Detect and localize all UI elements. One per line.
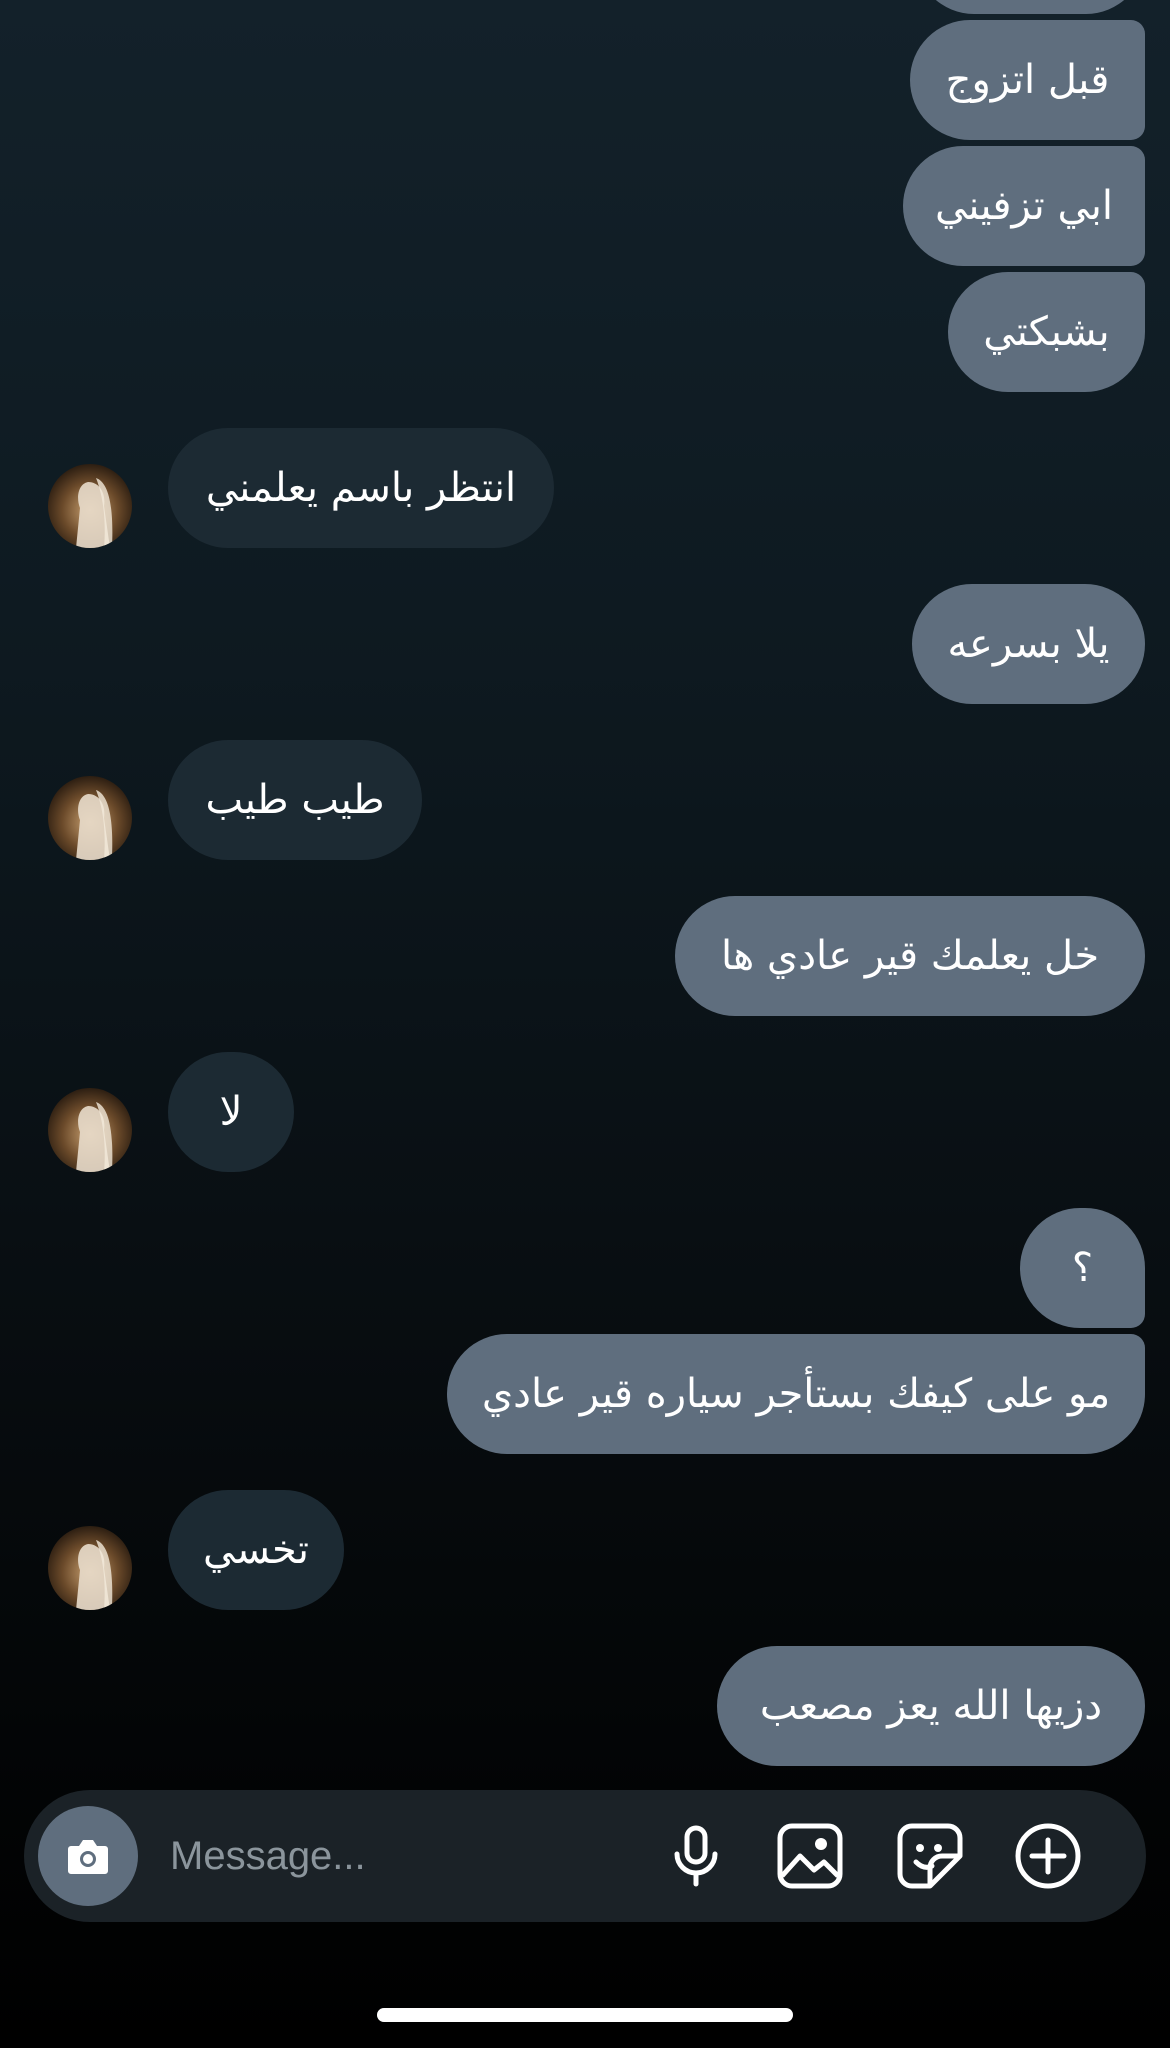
message-composer: [24, 1790, 1146, 1922]
message-bubble-sent[interactable]: يلا بسرعه: [912, 584, 1145, 704]
gallery-icon[interactable]: [774, 1820, 846, 1892]
message-bubble-sent[interactable]: دزيها الله يعز مصعب: [717, 1646, 1145, 1766]
message-input[interactable]: [170, 1816, 650, 1896]
contact-avatar[interactable]: [48, 464, 132, 548]
camera-icon: [68, 1840, 108, 1874]
message-bubble-sent[interactable]: ؟: [1020, 1208, 1145, 1328]
message-bubble-received[interactable]: لا: [168, 1052, 294, 1172]
message-bubble-received[interactable]: تخسي: [168, 1490, 344, 1610]
message-thread: قبل اتزوج ابي تزفيني بشبكتي انتظر باسم ي…: [0, 0, 1170, 1780]
contact-avatar[interactable]: [48, 1526, 132, 1610]
message-bubble-sent[interactable]: ابي تزفيني: [903, 146, 1145, 266]
message-bubble-sent[interactable]: [915, 0, 1145, 14]
message-bubble-sent[interactable]: خل يعلمك قير عادي ها: [675, 896, 1145, 1016]
home-indicator[interactable]: [377, 2008, 793, 2022]
message-bubble-received[interactable]: انتظر باسم يعلمني: [168, 428, 554, 548]
sticker-icon[interactable]: [894, 1820, 966, 1892]
message-bubble-sent[interactable]: مو على كيفك بستأجر سياره قير عادي: [447, 1334, 1145, 1454]
camera-button[interactable]: [38, 1806, 138, 1906]
message-bubble-received[interactable]: طيب طيب: [168, 740, 422, 860]
contact-avatar[interactable]: [48, 776, 132, 860]
message-bubble-sent[interactable]: قبل اتزوج: [910, 20, 1145, 140]
message-bubble-sent[interactable]: بشبكتي: [948, 272, 1145, 392]
plus-circle-icon[interactable]: [1012, 1820, 1084, 1892]
contact-avatar[interactable]: [48, 1088, 132, 1172]
microphone-icon[interactable]: [660, 1820, 732, 1892]
